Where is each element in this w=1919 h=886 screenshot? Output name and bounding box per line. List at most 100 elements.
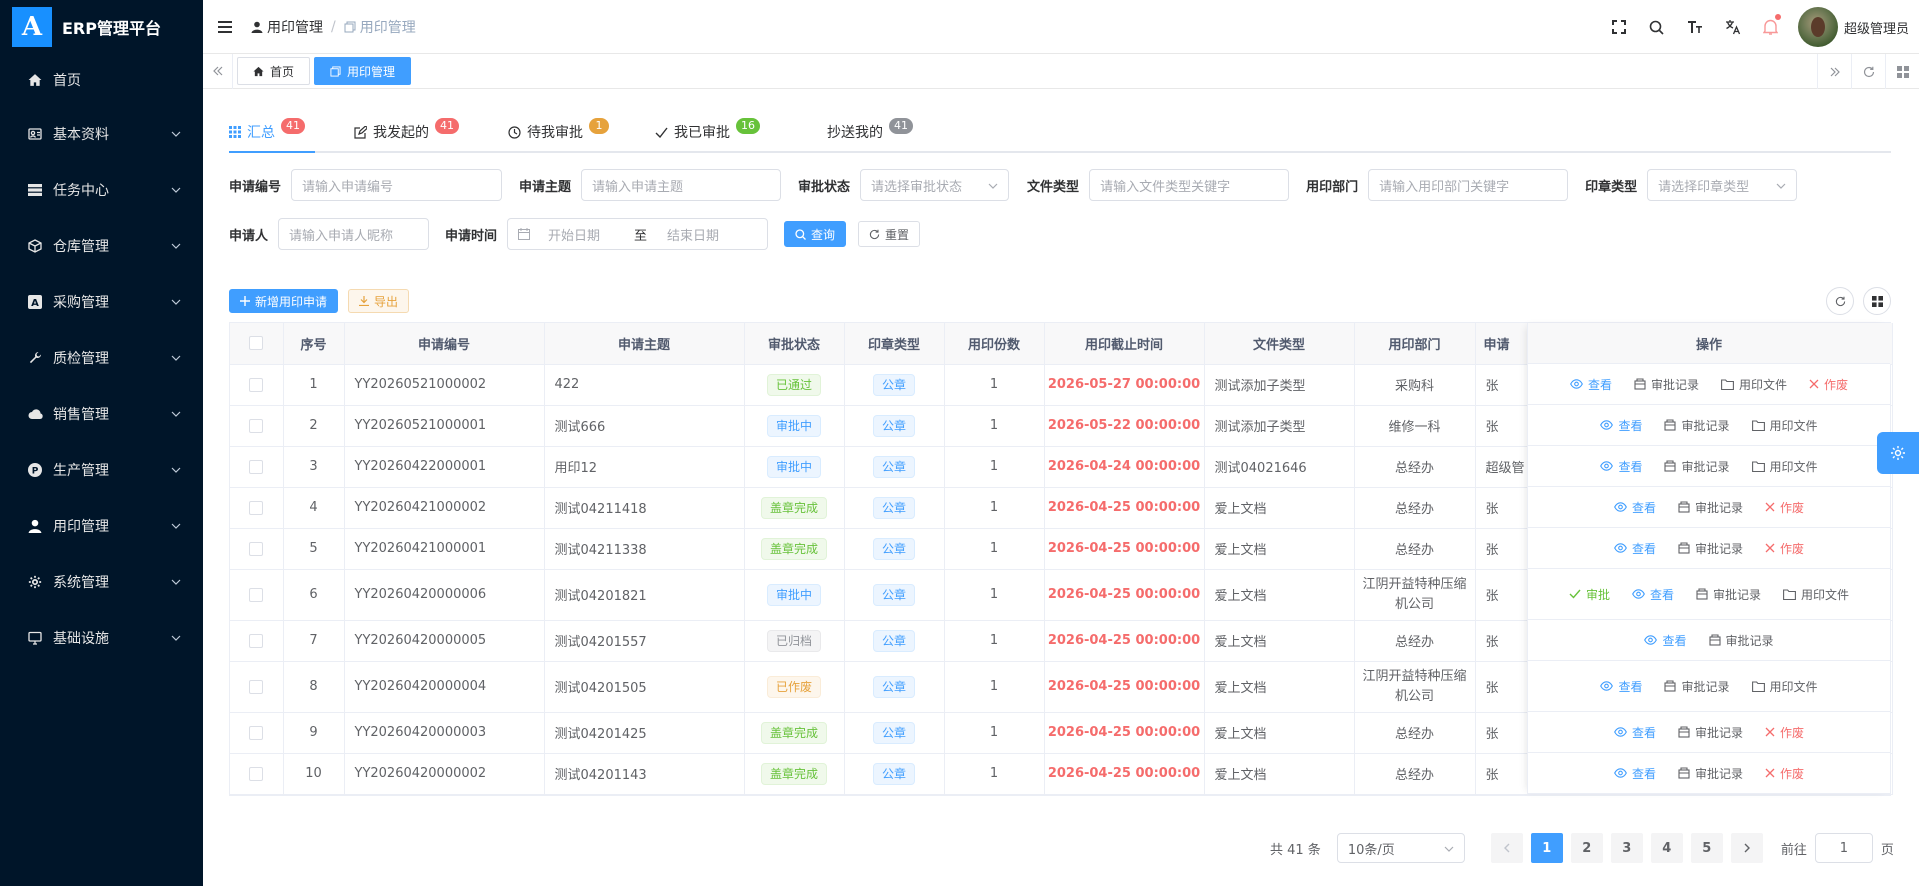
page-number-button[interactable]: 1 xyxy=(1530,833,1563,863)
sidebar-item[interactable]: 基本资料 xyxy=(0,106,203,162)
row-checkbox[interactable] xyxy=(249,500,264,515)
approval-record-button[interactable]: 审批记录 xyxy=(1678,724,1743,741)
scroll-right-icon[interactable] xyxy=(1817,54,1851,89)
approval-record-button[interactable]: 审批记录 xyxy=(1678,765,1743,782)
sidebar-item[interactable]: A 采购管理 xyxy=(0,274,203,330)
reset-button[interactable]: 重置 xyxy=(858,221,921,247)
doc-type-input[interactable]: 请输入文件类型关键字 xyxy=(1089,169,1290,201)
void-button[interactable]: 作废 xyxy=(1765,724,1804,741)
view-button[interactable]: 查看 xyxy=(1570,376,1612,393)
dept-input[interactable]: 请输入用印部门关键字 xyxy=(1368,169,1569,201)
export-button[interactable]: 导出 xyxy=(348,289,410,313)
seal-file-button[interactable]: 用印文件 xyxy=(1751,417,1818,434)
sidebar-item[interactable]: 仓库管理 xyxy=(0,218,203,274)
seal-file-button[interactable]: 用印文件 xyxy=(1721,376,1787,393)
approve-button[interactable]: 审批 xyxy=(1569,586,1610,603)
logo[interactable]: A ERP管理平台 xyxy=(0,0,203,54)
row-checkbox[interactable] xyxy=(249,766,264,781)
view-button[interactable]: 查看 xyxy=(1600,678,1642,695)
refresh-table-button[interactable] xyxy=(1826,287,1854,315)
subject-input[interactable]: 请输入申请主题 xyxy=(581,169,782,201)
row-checkbox[interactable] xyxy=(249,587,264,602)
row-checkbox[interactable] xyxy=(249,418,264,433)
tab-pending-approval[interactable]: 待我审批 1 xyxy=(508,118,609,142)
sidebar-item[interactable]: 销售管理 xyxy=(0,386,203,442)
tab-my-initiated[interactable]: 我发起的 41 xyxy=(354,118,459,142)
page-number-button[interactable]: 4 xyxy=(1650,833,1683,863)
approval-record-button[interactable]: 审批记录 xyxy=(1664,458,1730,475)
view-button[interactable]: 查看 xyxy=(1614,765,1656,782)
row-checkbox[interactable] xyxy=(249,541,264,556)
theme-settings-button[interactable] xyxy=(1877,432,1919,474)
user-name[interactable]: 超级管理员 xyxy=(1844,18,1909,37)
row-checkbox[interactable] xyxy=(249,725,264,740)
page-number-button[interactable]: 3 xyxy=(1610,833,1643,863)
sidebar-item[interactable]: 系统管理 xyxy=(0,554,203,610)
seal-file-button[interactable]: 用印文件 xyxy=(1751,678,1818,695)
void-button[interactable]: 作废 xyxy=(1809,376,1848,393)
sidebar-item[interactable]: 质检管理 xyxy=(0,330,203,386)
fullscreen-icon[interactable] xyxy=(1600,0,1638,54)
apply-no-input[interactable]: 请输入申请编号 xyxy=(291,169,503,201)
translate-icon[interactable] xyxy=(1714,0,1752,54)
refresh-icon[interactable] xyxy=(1851,54,1885,89)
sidebar-item[interactable]: 任务中心 xyxy=(0,162,203,218)
approval-record-button[interactable]: 审批记录 xyxy=(1634,376,1699,393)
row-checkbox[interactable] xyxy=(249,377,264,392)
approval-record-button[interactable]: 审批记录 xyxy=(1696,586,1761,603)
bell-icon[interactable] xyxy=(1752,0,1790,54)
approval-status-select[interactable]: 请选择审批状态 xyxy=(860,169,1010,201)
next-page-button[interactable] xyxy=(1730,833,1763,863)
page-size-select[interactable]: 10条/页 xyxy=(1336,833,1465,863)
add-request-button[interactable]: 新增用印申请 xyxy=(229,289,339,313)
search-button[interactable]: 查询 xyxy=(784,221,847,247)
view-button[interactable]: 查看 xyxy=(1600,458,1642,475)
void-button[interactable]: 作废 xyxy=(1765,765,1804,782)
view-button[interactable]: 查看 xyxy=(1644,632,1687,649)
column-header: 申请主题 xyxy=(544,323,745,365)
row-checkbox[interactable] xyxy=(249,633,264,648)
avatar[interactable] xyxy=(1797,7,1838,47)
search-icon[interactable] xyxy=(1638,0,1676,54)
sidebar-item[interactable]: 首页 xyxy=(0,54,203,106)
row-checkbox[interactable] xyxy=(249,459,264,474)
row-checkbox[interactable] xyxy=(249,679,264,694)
sidebar-item[interactable]: 基础设施 xyxy=(0,610,203,666)
seal-file-button[interactable]: 用印文件 xyxy=(1783,586,1849,603)
view-button[interactable]: 查看 xyxy=(1614,540,1656,557)
page-number-button[interactable]: 2 xyxy=(1570,833,1603,863)
view-button[interactable]: 查看 xyxy=(1600,417,1642,434)
apply-time-range[interactable]: 开始日期 至 结束日期 xyxy=(507,218,769,250)
tab-approved[interactable]: 我已审批 16 xyxy=(655,118,760,142)
column-settings-button[interactable] xyxy=(1863,287,1891,315)
select-all-checkbox[interactable] xyxy=(249,336,264,351)
tag-home[interactable]: 首页 xyxy=(237,57,311,85)
tab-cc-me[interactable]: 抄送我的 41 xyxy=(827,118,913,142)
page-number-button[interactable]: 5 xyxy=(1690,833,1723,863)
applicant-input[interactable]: 请输入申请人昵称 xyxy=(278,218,430,250)
font-size-icon[interactable] xyxy=(1676,0,1714,54)
sidebar-item[interactable]: P 生产管理 xyxy=(0,442,203,498)
approval-record-button[interactable]: 审批记录 xyxy=(1678,540,1743,557)
view-button[interactable]: 查看 xyxy=(1614,724,1656,741)
approval-record-button[interactable]: 审批记录 xyxy=(1708,632,1774,649)
approval-record-button[interactable]: 审批记录 xyxy=(1678,499,1743,516)
void-button[interactable]: 作废 xyxy=(1765,499,1804,516)
seal-file-button[interactable]: 用印文件 xyxy=(1751,458,1818,475)
goto-page-input[interactable]: 1 xyxy=(1814,833,1873,863)
op-label: 查看 xyxy=(1618,459,1643,474)
tab-summary[interactable]: 汇总 41 xyxy=(229,118,305,142)
void-button[interactable]: 作废 xyxy=(1765,540,1804,557)
scroll-left-icon[interactable] xyxy=(203,53,233,89)
seal-type-select[interactable]: 请选择印章类型 xyxy=(1647,169,1798,201)
view-button[interactable]: 查看 xyxy=(1614,499,1656,516)
hamburger-icon[interactable] xyxy=(217,19,233,35)
breadcrumb-item[interactable]: 用印管理 xyxy=(251,17,323,37)
approval-record-button[interactable]: 审批记录 xyxy=(1664,417,1730,434)
view-button[interactable]: 查看 xyxy=(1632,586,1674,603)
tag-seal-management[interactable]: 用印管理 xyxy=(314,57,412,85)
approval-record-button[interactable]: 审批记录 xyxy=(1664,678,1730,695)
prev-page-button[interactable] xyxy=(1490,833,1523,863)
sidebar-item[interactable]: 用印管理 xyxy=(0,498,203,554)
grid-menu-icon[interactable] xyxy=(1885,54,1919,89)
